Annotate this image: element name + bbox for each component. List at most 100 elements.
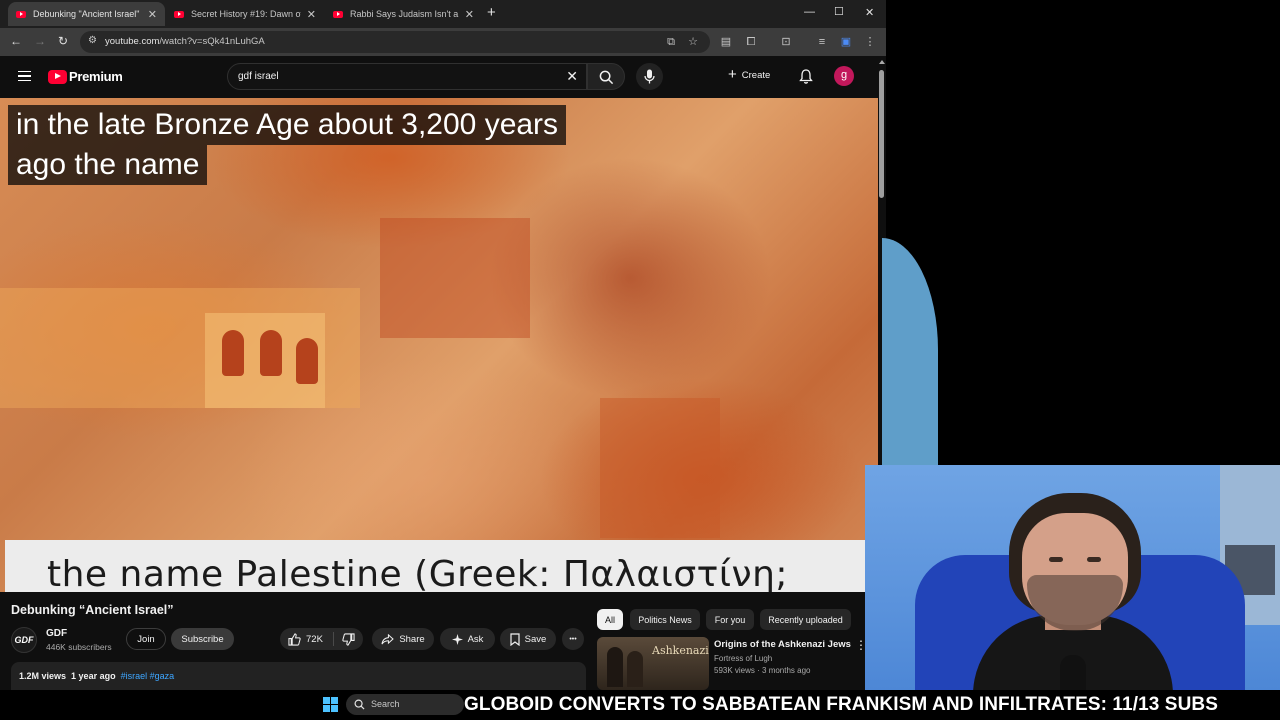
sparkle-icon xyxy=(451,633,463,645)
tab-title: Debunking "Ancient Israel" - Yo xyxy=(33,9,142,19)
more-actions-button[interactable]: ••• xyxy=(562,628,584,650)
search-input[interactable]: gdf israel xyxy=(238,71,279,82)
desktop-background xyxy=(886,0,1280,465)
subscriber-count: 446K subscribers xyxy=(46,642,112,652)
windows-start-icon[interactable] xyxy=(323,697,338,712)
plus-icon: + xyxy=(728,66,737,83)
wikipedia-excerpt: the name Palestine (Greek: Παλαιστίνη; xyxy=(5,540,865,592)
recommendation-channel[interactable]: Fortress of Lugh xyxy=(714,654,772,663)
fresco-figure xyxy=(222,330,244,376)
channel-name[interactable]: GDF xyxy=(46,628,67,639)
thumbs-down-icon[interactable] xyxy=(342,633,355,646)
subscribe-button[interactable]: Subscribe xyxy=(171,628,234,650)
like-count[interactable]: 72K xyxy=(306,634,323,645)
recommendation-thumbnail[interactable]: Ashkenazi xyxy=(597,637,709,690)
url-path: /watch?v=sQk41nLuhGA xyxy=(159,36,265,47)
description-box[interactable]: 1.2M views 1 year ago #israel #gaza xyxy=(11,662,586,690)
reload-icon[interactable]: ↻ xyxy=(58,34,68,48)
subscribe-label: Subscribe xyxy=(181,633,224,645)
thumbnail-figure xyxy=(607,647,623,687)
stream-ticker: GLOBOID CONVERTS TO SABBATEAN FRANKISM A… xyxy=(464,690,1280,720)
chip-politics-news[interactable]: Politics News xyxy=(630,609,700,630)
minimize-icon[interactable]: — xyxy=(804,6,815,18)
fresco-figure xyxy=(260,330,282,376)
bookmark-icon xyxy=(510,632,520,646)
like-divider xyxy=(333,632,334,646)
extensions-puzzle-icon[interactable]: ⧠ xyxy=(745,36,757,48)
chip-all[interactable]: All xyxy=(597,609,623,630)
fresco-figure xyxy=(296,338,318,384)
notifications-bell-icon[interactable] xyxy=(799,69,813,89)
menu-kebab-icon[interactable]: ⋮ xyxy=(864,36,876,48)
webcam-person-eye xyxy=(1049,557,1063,562)
tab-close-icon[interactable]: ✕ xyxy=(148,8,157,21)
join-button[interactable]: Join xyxy=(126,628,166,650)
tab-close-icon[interactable]: ✕ xyxy=(307,8,316,21)
browser-window: Debunking "Ancient Israel" - Yo ✕ Secret… xyxy=(0,0,886,690)
maximize-icon[interactable]: ☐ xyxy=(834,5,844,18)
video-player[interactable]: in the late Bronze Age about 3,200 years… xyxy=(0,98,878,592)
save-label: Save xyxy=(524,633,547,645)
like-dislike-group: 72K xyxy=(280,628,363,650)
hamburger-menu-icon[interactable] xyxy=(18,71,31,81)
install-app-icon[interactable]: ⧉ xyxy=(665,36,677,48)
new-tab-plus-icon[interactable]: + xyxy=(487,5,496,21)
tab-rabbi-says[interactable]: Rabbi Says Judaism Isn't a Relig ✕ xyxy=(325,2,482,26)
site-settings-icon[interactable]: ⚙ xyxy=(88,35,97,46)
fresco-panel xyxy=(380,218,530,338)
forward-arrow-icon[interactable]: → xyxy=(34,34,46,48)
channel-avatar[interactable]: GDF xyxy=(11,627,37,653)
youtube-header: Premium gdf israel ✕ + Create g xyxy=(0,56,878,98)
more-dots-icon: ••• xyxy=(569,635,577,643)
search-icon xyxy=(354,699,365,710)
reading-list-icon[interactable]: ▤ xyxy=(720,36,732,48)
save-button[interactable]: Save xyxy=(500,628,556,650)
wikipedia-excerpt-text: the name Palestine (Greek: Παλαιστίνη; xyxy=(47,554,789,592)
recommendation-meta: 593K views · 3 months ago xyxy=(714,666,811,675)
video-metadata: 1.2M views 1 year ago #israel #gaza xyxy=(19,671,174,681)
clear-search-icon[interactable]: ✕ xyxy=(566,68,578,85)
ask-label: Ask xyxy=(467,633,484,645)
logo-text: Premium xyxy=(69,69,123,84)
search-button[interactable] xyxy=(587,63,625,90)
ask-button[interactable]: Ask xyxy=(440,628,495,650)
tab-strip: Debunking "Ancient Israel" - Yo ✕ Secret… xyxy=(0,0,886,28)
upload-age: 1 year ago xyxy=(71,671,116,681)
chip-recently-uploaded[interactable]: Recently uploaded xyxy=(760,609,851,630)
chip-for-you[interactable]: For you xyxy=(706,609,754,630)
tab-title: Secret History #19: Dawn of the xyxy=(191,9,301,19)
profile-icon[interactable]: ▣ xyxy=(840,36,852,48)
share-button[interactable]: Share xyxy=(372,628,434,650)
thumbs-up-icon[interactable] xyxy=(288,632,301,646)
tab-debunking-ancient-israel[interactable]: Debunking "Ancient Israel" - Yo ✕ xyxy=(8,2,165,26)
youtube-play-logo-icon xyxy=(48,69,67,84)
tab-title: Rabbi Says Judaism Isn't a Relig xyxy=(350,9,459,19)
screenshot-icon[interactable]: ⊡ xyxy=(780,36,792,48)
back-arrow-icon[interactable]: ← xyxy=(10,34,22,48)
hashtags[interactable]: #israel #gaza xyxy=(121,671,175,681)
tab-secret-history[interactable]: Secret History #19: Dawn of the ✕ xyxy=(166,2,324,26)
youtube-favicon-icon xyxy=(333,10,343,18)
search-box[interactable]: gdf israel ✕ xyxy=(227,63,587,90)
create-button[interactable]: + Create xyxy=(728,66,771,83)
microphone-icon xyxy=(644,69,655,84)
media-controls-icon[interactable]: ≡ xyxy=(816,36,828,48)
close-icon[interactable]: ✕ xyxy=(865,6,874,19)
recommendation-title[interactable]: Origins of the Ashkenazi Jews xyxy=(714,639,851,650)
url-text: youtube.com/watch?v=sQk41nLuhGA xyxy=(105,36,265,47)
account-avatar[interactable]: g xyxy=(834,66,854,86)
taskbar-search[interactable]: Search xyxy=(346,694,464,715)
create-label: Create xyxy=(741,69,771,81)
address-bar[interactable]: ⚙ youtube.com/watch?v=sQk41nLuhGA ⧉ ☆ xyxy=(80,31,710,53)
youtube-premium-logo[interactable]: Premium xyxy=(48,69,123,84)
caption-line-2: ago the name xyxy=(8,145,208,185)
bookmark-star-icon[interactable]: ☆ xyxy=(687,36,699,48)
youtube-favicon-icon xyxy=(174,10,184,18)
video-caption: in the late Bronze Age about 3,200 years… xyxy=(0,105,574,185)
voice-search-button[interactable] xyxy=(636,63,663,90)
scroll-up-arrow-icon[interactable] xyxy=(879,60,885,64)
taskbar-search-placeholder: Search xyxy=(371,699,400,709)
scrollbar-thumb[interactable] xyxy=(879,70,884,198)
thumbnail-text: Ashkenazi xyxy=(652,644,709,657)
tab-close-icon[interactable]: ✕ xyxy=(465,8,474,21)
